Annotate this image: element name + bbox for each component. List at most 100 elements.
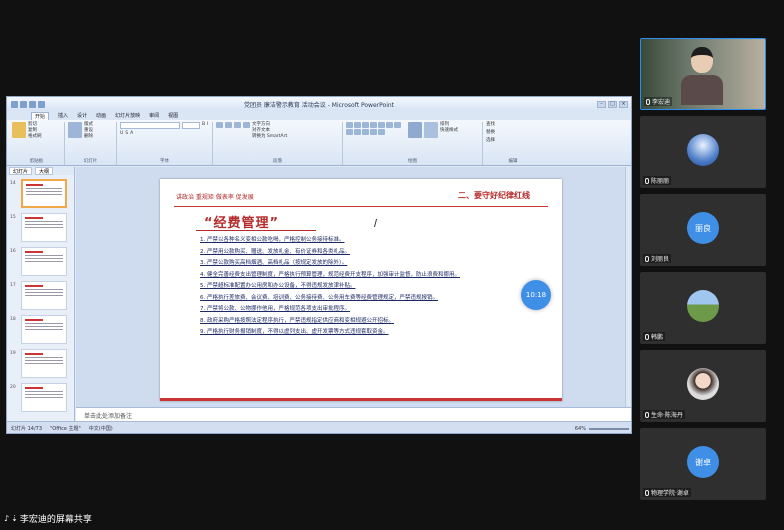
delete-button[interactable]: 删除 <box>84 134 93 140</box>
slide-thumbnail[interactable] <box>21 179 67 208</box>
participant-tile[interactable]: 韩鹏 <box>640 272 766 344</box>
zoom-slider[interactable] <box>589 427 629 430</box>
ribbon-group-drawing: 排列 快速样式 绘图 <box>343 122 483 165</box>
list-item: 6. 严格执行差旅费、会议费、培训费、公务接待费、公务用车费等经费管理规定，严禁… <box>200 294 438 301</box>
slide-thumbnail[interactable] <box>21 281 67 310</box>
thumb-number: 14 <box>10 181 16 186</box>
align-icon[interactable] <box>243 122 250 128</box>
window-controls[interactable]: – □ × <box>597 100 628 108</box>
font-name-field[interactable] <box>120 122 180 129</box>
bold-button[interactable]: B <box>202 122 205 128</box>
new-slide-icon[interactable] <box>68 122 82 138</box>
find-button[interactable]: 查找 <box>486 122 495 128</box>
participant-tile[interactable]: 丽良 刘丽良 <box>640 194 766 266</box>
smartart-button[interactable]: 转换为 SmartArt <box>252 134 287 140</box>
mic-icon <box>645 333 649 340</box>
thumb-number: 19 <box>10 351 16 356</box>
slide-divider <box>174 206 548 207</box>
slide[interactable]: 讲政治 重规矩 做表率 促发展 二、要守好纪律红线 “经费管理” 1. 严禁以各… <box>160 179 562 401</box>
participant-name: 李宏迪 <box>644 97 673 106</box>
avatar: 谢卓 <box>687 446 719 478</box>
italic-button[interactable]: I <box>207 122 208 128</box>
participant-name: 刘丽良 <box>643 254 672 263</box>
slide-canvas[interactable]: 讲政治 重规矩 做表率 促发展 二、要守好纪律红线 “经费管理” 1. 严禁以各… <box>76 167 631 407</box>
minimize-icon[interactable]: – <box>597 100 606 108</box>
tab-outline[interactable]: 大纲 <box>35 167 54 175</box>
numbering-icon[interactable] <box>225 122 232 128</box>
tab-home[interactable]: 开始 <box>31 111 50 120</box>
language-indicator: 中文(中国) <box>88 426 113 432</box>
indent-icon[interactable] <box>234 122 241 128</box>
tab-slides[interactable]: 幻灯片 <box>9 167 33 175</box>
avatar <box>687 368 719 400</box>
participant-tile[interactable]: 生命·陈海丹 <box>640 350 766 422</box>
notes-pane[interactable]: 单击此处添加备注 <box>76 407 631 421</box>
participant-name: 生命·陈海丹 <box>643 410 685 419</box>
list-item: 8. 政府采购严格按照法定程序执行，严禁违规指定供应商和变相规避公开招标。 <box>200 317 394 324</box>
shared-screen: 党团员 廉洁警示教育 活动会议 - Microsoft PowerPoint –… <box>6 96 632 434</box>
time-bubble[interactable]: 10:18 <box>521 280 551 310</box>
list-item: 5. 严禁超标准配置办公用房和办公设备，不得违规发放津补贴。 <box>200 283 356 289</box>
vertical-scrollbar[interactable] <box>625 167 631 407</box>
zoom-control[interactable]: 64% <box>575 426 631 432</box>
quick-styles-button[interactable]: 快速样式 <box>440 128 458 134</box>
group-label: 段落 <box>273 159 282 164</box>
slide-heading: “经费管理” <box>204 216 280 231</box>
mic-icon <box>645 411 649 418</box>
heading-underline <box>196 230 316 231</box>
meeting-stage: 党团员 廉洁警示教育 活动会议 - Microsoft PowerPoint –… <box>0 0 784 530</box>
underline-button[interactable]: U <box>120 131 123 137</box>
group-label: 编辑 <box>508 159 518 164</box>
slide-thumbnail[interactable] <box>21 247 67 276</box>
ribbon: 剪切 复制 格式刷 剪贴板 版式 重设 删除 幻灯片 B I U S A 字体 … <box>7 120 631 166</box>
maximize-icon[interactable]: □ <box>608 100 617 108</box>
tab-slideshow[interactable]: 幻灯片放映 <box>115 112 140 119</box>
thumb-number: 20 <box>10 385 16 390</box>
paste-icon[interactable] <box>12 122 26 138</box>
tab-design[interactable]: 设计 <box>77 112 87 119</box>
ribbon-group-font: B I U S A 字体 <box>117 122 213 165</box>
slide-counter: 幻灯片 14/73 <box>11 426 42 432</box>
mic-icon <box>645 255 649 262</box>
format-painter-button[interactable]: 格式刷 <box>28 134 42 140</box>
quick-styles-icon[interactable] <box>424 122 438 138</box>
thumb-number: 18 <box>10 317 16 322</box>
slide-thumbnail-pane: 幻灯片 大纲 14 15 16 17 18 19 20 <box>7 167 75 421</box>
tab-insert[interactable]: 插入 <box>58 112 68 119</box>
slide-thumbnail[interactable] <box>21 349 67 378</box>
participant-tile[interactable]: 陈丽丽 <box>640 116 766 188</box>
ribbon-group-slides: 版式 重设 删除 幻灯片 <box>65 122 117 165</box>
slide-slogan: 讲政治 重规矩 做表率 促发展 <box>176 194 254 201</box>
list-item: 7. 严禁将公款、公物挪作他用，严格规范各项支出审批程序。 <box>200 306 350 312</box>
slide-thumbnail[interactable] <box>21 383 67 412</box>
replace-button[interactable]: 替换 <box>486 130 495 136</box>
select-button[interactable]: 选择 <box>486 138 495 144</box>
slide-thumbnail[interactable] <box>21 213 67 242</box>
arrange-icon[interactable] <box>408 122 422 138</box>
participant-video <box>681 43 723 105</box>
tab-review[interactable]: 审阅 <box>149 112 159 119</box>
ribbon-tabs: 开始 插入 设计 动画 幻灯片放映 审阅 视图 <box>7 111 631 120</box>
download-icon: ⇣ <box>11 514 18 523</box>
tab-view[interactable]: 视图 <box>168 112 178 119</box>
font-size-field[interactable] <box>182 122 200 129</box>
participant-tile[interactable]: 李宏迪 <box>640 38 766 110</box>
mic-icon: ♪ <box>4 514 10 523</box>
group-label: 绘图 <box>408 159 417 164</box>
tab-animation[interactable]: 动画 <box>96 112 106 119</box>
bullets-icon[interactable] <box>216 122 223 128</box>
screen-share-indicator[interactable]: ♪ ⇣ 李宏迪的屏幕共享 <box>4 512 92 525</box>
ribbon-group-editing: 查找 替换 选择 编辑 <box>483 122 543 165</box>
participant-tile[interactable]: 谢卓 物理学院·谢卓 <box>640 428 766 500</box>
status-bar: 幻灯片 14/73 "Office 主题" 中文(中国) 64% <box>7 421 631 433</box>
group-label: 字体 <box>160 159 169 164</box>
slide-thumbnail[interactable] <box>21 315 67 344</box>
close-icon[interactable]: × <box>619 100 628 108</box>
shapes-gallery[interactable] <box>346 122 406 135</box>
list-item: 2. 严禁用公款购买、赠送、发放礼金、有价证券和各类礼品。 <box>200 248 350 255</box>
ribbon-group-paragraph: 文字方向 对齐文本 转换为 SmartArt 段落 <box>213 122 343 165</box>
group-label: 幻灯片 <box>83 159 98 164</box>
participant-name: 陈丽丽 <box>643 176 672 185</box>
strike-button[interactable]: S <box>125 131 128 137</box>
font-color-button[interactable]: A <box>130 131 133 137</box>
